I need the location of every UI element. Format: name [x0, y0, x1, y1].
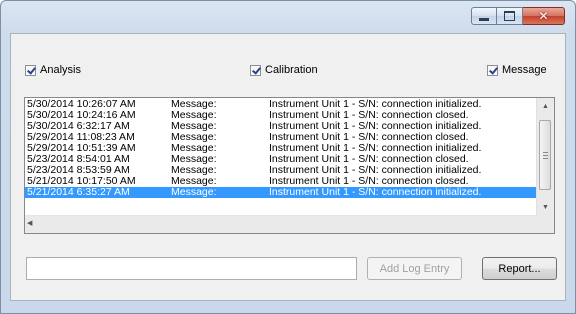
checkmark-icon	[250, 64, 261, 76]
log-list[interactable]: 5/30/2014 10:26:07 AM Message: Instrument …	[24, 97, 555, 234]
analysis-label: Analysis	[40, 64, 81, 76]
calibration-checkbox[interactable]: Calibration	[250, 64, 318, 76]
scroll-up-icon[interactable]: ▲	[537, 98, 554, 115]
scroll-left-icon[interactable]: ◀	[27, 219, 32, 227]
minimize-icon	[479, 17, 489, 21]
grip-icon	[542, 151, 548, 159]
analysis-checkbox[interactable]: Analysis	[25, 64, 81, 76]
checkmark-icon	[25, 64, 36, 76]
caption-buttons: ✕	[471, 7, 565, 25]
log-time: 5/21/2014 6:35:27 AM	[27, 186, 130, 198]
message-label: Message	[502, 64, 547, 76]
client-area: Analysis Calibration Message 5/30/2014 1…	[10, 33, 566, 301]
log-text: Instrument Unit 1 - S/N: connection init…	[269, 186, 482, 198]
maximize-button[interactable]	[497, 7, 523, 25]
scroll-thumb[interactable]	[539, 120, 551, 190]
log-row[interactable]: 5/21/2014 6:35:27 AM Message: Instrument U…	[25, 187, 539, 198]
vertical-scrollbar[interactable]: ▲ ▼	[536, 98, 554, 216]
calibration-label: Calibration	[265, 64, 318, 76]
checkmark-icon	[487, 64, 498, 76]
close-icon: ✕	[538, 9, 549, 23]
log-type: Message:	[171, 186, 217, 198]
log-window: ✕ Analysis Calibration Message 5/30/2014…	[0, 0, 576, 314]
horizontal-scrollbar[interactable]: ◀	[25, 215, 539, 233]
minimize-button[interactable]	[471, 7, 497, 25]
maximize-icon	[504, 11, 515, 21]
scroll-down-icon[interactable]: ▼	[537, 199, 554, 216]
message-checkbox[interactable]: Message	[487, 64, 547, 76]
log-rows: 5/30/2014 10:26:07 AM Message: Instrument …	[25, 99, 539, 217]
report-button[interactable]: Report...	[482, 257, 557, 280]
scroll-corner	[537, 216, 554, 233]
log-entry-input[interactable]	[26, 257, 357, 280]
close-button[interactable]: ✕	[523, 7, 565, 25]
add-log-entry-button[interactable]: Add Log Entry	[367, 257, 462, 280]
